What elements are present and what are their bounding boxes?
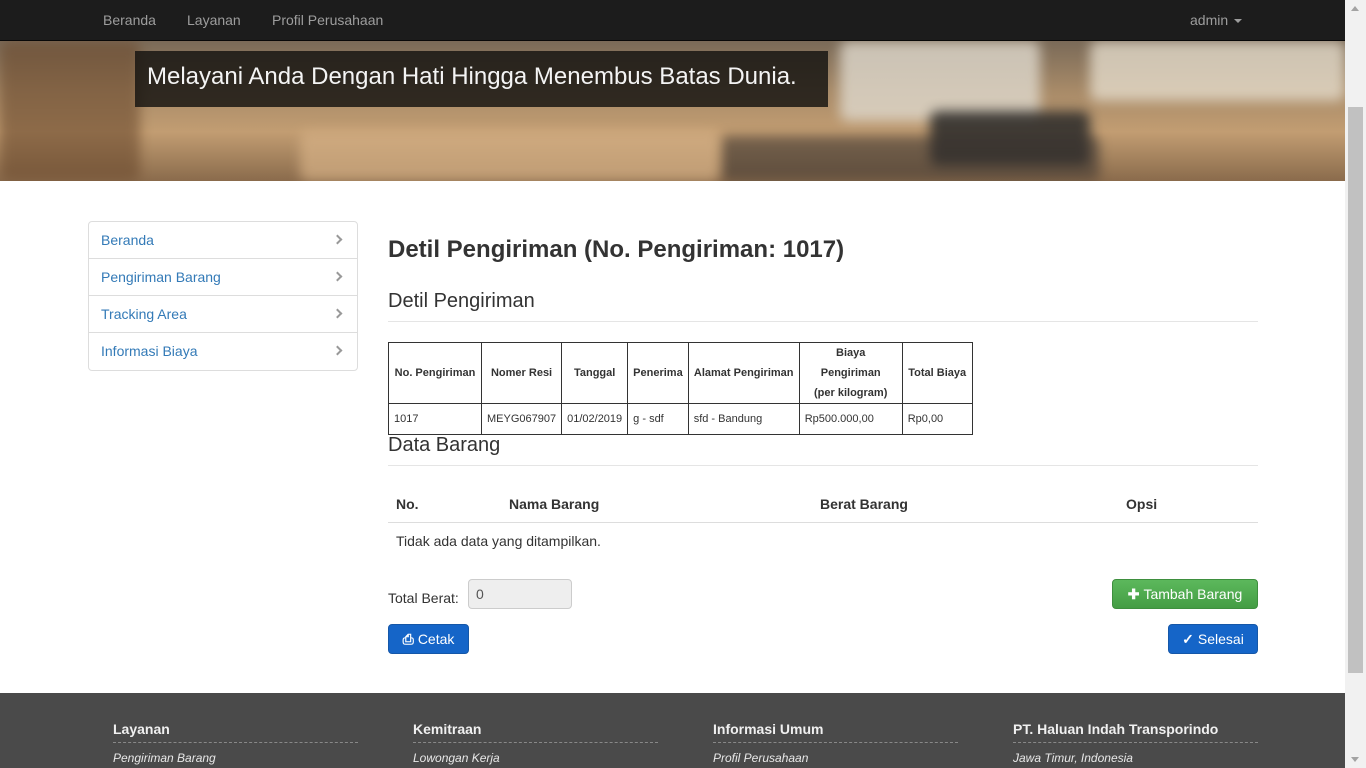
page-title: Detil Pengiriman (No. Pengiriman: 1017) — [388, 236, 845, 263]
col-header: Tanggal — [561, 342, 629, 404]
empty-table-message: Tidak ada data yang ditampilkan. — [396, 533, 601, 549]
nav-link-beranda[interactable]: Beranda — [103, 0, 156, 40]
table-row: 1017 MEYG067907 01/02/2019 g - sdf sfd -… — [388, 403, 973, 435]
sidebar-item-label: Beranda — [101, 232, 154, 248]
user-name: admin — [1190, 12, 1229, 28]
finish-label: Selesai — [1197, 631, 1244, 647]
sidebar-item-tracking-area[interactable]: Tracking Area — [89, 296, 357, 333]
chevron-right-icon — [332, 308, 343, 319]
footer-heading: Informasi Umum — [713, 721, 958, 743]
sidebar-item-beranda[interactable]: Beranda — [89, 222, 357, 259]
vertical-scrollbar[interactable] — [1345, 0, 1366, 768]
caret-down-icon — [1234, 19, 1243, 24]
total-weight-field: 0 — [468, 579, 572, 609]
detail-section-title: Detil Pengiriman — [388, 290, 535, 312]
print-button[interactable]: ⎙ Cetak — [388, 624, 469, 654]
table-cell: Rp0,00 — [901, 403, 973, 435]
sidebar-item-label: Pengiriman Barang — [101, 269, 221, 285]
table-cell: Rp500.000,00 — [798, 403, 903, 435]
hero-banner: Melayani Anda Dengan Hati Hingga Menembu… — [0, 41, 1345, 181]
col-header: Total Biaya — [901, 342, 973, 404]
table-header-divider — [388, 522, 1258, 523]
sidebar-menu: Beranda Pengiriman Barang Tracking Area … — [88, 221, 358, 371]
footer-heading: PT. Haluan Indah Transporindo — [1013, 721, 1258, 743]
col-header: Alamat Pengiriman — [687, 342, 800, 404]
add-item-label: Tambah Barang — [1143, 586, 1243, 602]
table-cell: g - sdf — [627, 403, 689, 435]
scroll-down-arrow-icon[interactable] — [1345, 751, 1366, 768]
scroll-thumb[interactable] — [1348, 107, 1363, 673]
sidebar-item-label: Informasi Biaya — [101, 343, 198, 359]
nav-link-profil[interactable]: Profil Perusahaan — [272, 0, 383, 40]
footer-heading: Layanan — [113, 721, 358, 743]
table-cell: 01/02/2019 — [561, 403, 629, 435]
col-header: Biaya Pengiriman (per kilogram) — [798, 342, 903, 404]
footer-heading: Kemitraan — [413, 721, 658, 743]
goods-col-berat: Berat Barang — [820, 496, 908, 512]
table-cell: MEYG067907 — [480, 403, 563, 435]
shipment-detail-table: No. Pengiriman Nomer Resi Tanggal Peneri… — [388, 342, 973, 435]
sidebar-item-label: Tracking Area — [101, 306, 187, 322]
print-label: Cetak — [417, 631, 455, 647]
plus-icon: ✚ — [1127, 586, 1140, 602]
divider — [388, 321, 1258, 322]
user-menu[interactable]: admin — [1190, 0, 1243, 40]
sidebar-item-informasi-biaya[interactable]: Informasi Biaya — [89, 333, 357, 370]
finish-button[interactable]: ✓ Selesai — [1168, 624, 1258, 654]
total-weight-label: Total Berat: — [388, 590, 459, 606]
chevron-right-icon — [332, 271, 343, 282]
col-header: No. Pengiriman — [388, 342, 482, 404]
footer-address: Jawa Timur, Indonesia — [1013, 751, 1133, 765]
footer-column-layanan: Layanan Pengiriman Barang — [113, 721, 358, 765]
chevron-right-icon — [332, 345, 343, 356]
goods-col-nama: Nama Barang — [509, 496, 600, 512]
table-cell: 1017 — [388, 403, 482, 435]
footer: Layanan Pengiriman Barang Kemitraan Lowo… — [0, 693, 1345, 768]
top-navbar: Beranda Layanan Profil Perusahaan admin — [0, 0, 1345, 41]
table-header-row: No. Pengiriman Nomer Resi Tanggal Peneri… — [388, 342, 973, 404]
footer-link[interactable]: Lowongan Kerja — [413, 751, 658, 765]
goods-col-no: No. — [396, 496, 419, 512]
nav-link-layanan[interactable]: Layanan — [187, 0, 241, 40]
col-header-line: Biaya Pengiriman — [820, 347, 881, 379]
col-header: Nomer Resi — [480, 342, 563, 404]
col-header-line: (per kilogram) — [814, 387, 888, 399]
sidebar-item-pengiriman-barang[interactable]: Pengiriman Barang — [89, 259, 357, 296]
divider — [388, 465, 1258, 466]
goods-section-title: Data Barang — [388, 434, 501, 456]
printer-icon: ⎙ — [402, 631, 414, 647]
check-circle-icon: ✓ — [1182, 631, 1194, 647]
chevron-right-icon — [332, 234, 343, 245]
footer-link[interactable]: Profil Perusahaan — [713, 751, 958, 765]
goods-col-opsi: Opsi — [1126, 496, 1158, 512]
scroll-up-arrow-icon[interactable] — [1345, 0, 1366, 17]
hero-tagline: Melayani Anda Dengan Hati Hingga Menembu… — [135, 51, 828, 107]
col-header: Penerima — [627, 342, 689, 404]
table-cell: sfd - Bandung — [687, 403, 800, 435]
add-item-button[interactable]: ✚ Tambah Barang — [1112, 579, 1258, 609]
footer-column-company: PT. Haluan Indah Transporindo Jawa Timur… — [1013, 721, 1258, 765]
footer-column-informasi: Informasi Umum Profil Perusahaan — [713, 721, 958, 765]
footer-link[interactable]: Pengiriman Barang — [113, 751, 358, 765]
footer-column-kemitraan: Kemitraan Lowongan Kerja — [413, 721, 658, 765]
